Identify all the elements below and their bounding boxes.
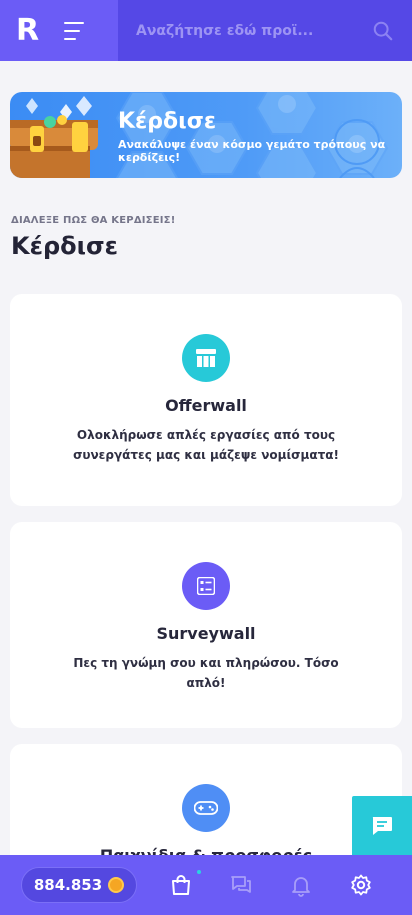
notification-dot	[197, 870, 201, 874]
card-title: Surveywall	[156, 624, 256, 643]
coin-balance[interactable]: 884.853	[21, 867, 137, 903]
survey-icon	[182, 562, 230, 610]
earn-banner[interactable]: Κέρδισε Ανακάλυψε έναν κόσμο γεμάτο τρόπ…	[10, 92, 402, 178]
section-title: Κέρδισε	[11, 232, 119, 260]
banner-title: Κέρδισε	[118, 109, 217, 134]
coin-icon	[108, 877, 125, 893]
gamepad-icon	[182, 784, 230, 832]
offerwall-card[interactable]: Offerwall Ολοκλήρωσε απλές εργασίες από …	[10, 294, 402, 506]
card-description: Πες τη γνώμη σου και πληρώσου. Τόσο απλό…	[73, 656, 339, 690]
chat-bubble-icon	[372, 817, 392, 835]
support-chat-button[interactable]	[352, 796, 412, 856]
card-title: Offerwall	[165, 396, 247, 415]
section-kicker: ΔΙΑΛΕΞΕ ΠΩΣ ΘΑ ΚΕΡΔΙΣΕΙΣ!	[11, 215, 176, 226]
bell-icon[interactable]	[289, 873, 313, 897]
search-bar	[118, 0, 412, 61]
surveywall-card[interactable]: Surveywall Πες τη γνώμη σου και πληρώσου…	[10, 522, 402, 728]
banner-avatar-pattern	[115, 92, 389, 178]
search-icon[interactable]	[372, 20, 394, 42]
balance-value: 884.853	[33, 876, 103, 894]
settings-icon[interactable]	[349, 873, 373, 897]
card-description: Ολοκλήρωσε απλές εργασίες από τους συνερ…	[73, 428, 339, 462]
menu-icon[interactable]	[64, 21, 86, 40]
banner-subtitle: Ανακάλυψε έναν κόσμο γεμάτο τρόπους να κ…	[118, 138, 386, 164]
offerwall-icon	[182, 334, 230, 382]
shop-icon[interactable]	[169, 873, 193, 897]
search-input[interactable]	[136, 22, 372, 39]
logo[interactable]: R	[16, 15, 39, 46]
top-bar: R	[0, 0, 412, 61]
chat-icon[interactable]	[229, 873, 253, 897]
brand-area: R	[0, 0, 118, 61]
treasure-chest-icon	[10, 96, 98, 178]
